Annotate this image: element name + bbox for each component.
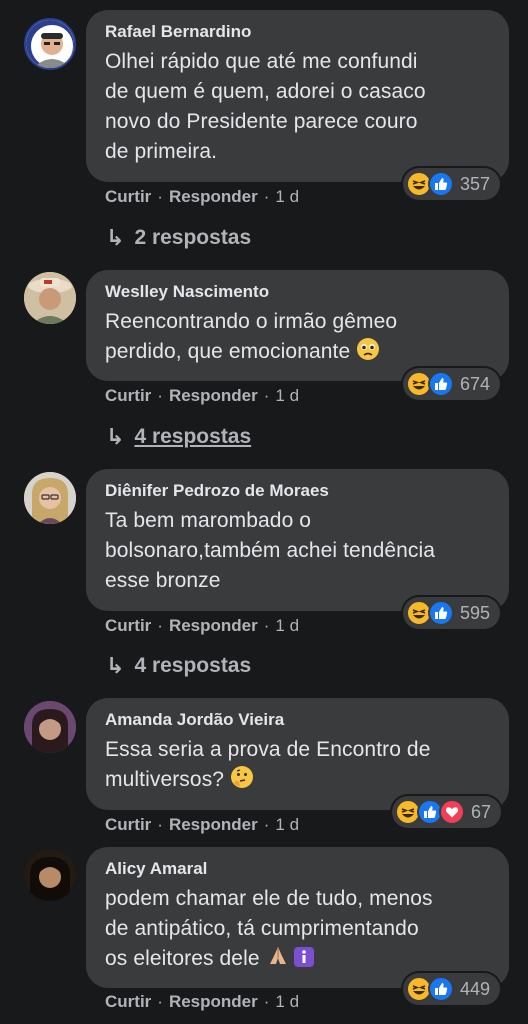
separator: ·	[157, 616, 163, 635]
comment-line: Olhei rápido que até me confundi	[105, 50, 418, 73]
like-button[interactable]: Curtir	[105, 386, 151, 406]
comment-line-text: multiversos?	[105, 768, 225, 791]
replies-count-label: 2 respostas	[134, 226, 252, 249]
reply-button[interactable]: Responder	[169, 386, 258, 406]
comment-actions: Curtir · Responder · 1 d	[105, 386, 299, 406]
comment-text: Essa seria a prova de Encontro de multiv…	[105, 735, 491, 798]
reaction-summary[interactable]: 357	[403, 168, 501, 200]
comment-line: podem chamar ele de tudo, menos	[105, 887, 433, 910]
comment-bubble: Alicy Amaral podem chamar ele de tudo, m…	[86, 847, 509, 988]
timestamp[interactable]: 1 d	[275, 187, 299, 207]
comment-text: Reencontrando o irmão gêmeo perdido, que…	[105, 307, 491, 370]
comment-line: de antipático, tá cumprimentando	[105, 917, 419, 940]
reply-button[interactable]: Responder	[169, 992, 258, 1012]
reply-arrow-icon: ↳	[106, 653, 125, 678]
comment-author[interactable]: Alicy Amaral	[105, 858, 491, 880]
reaction-summary[interactable]: 449	[403, 973, 501, 1005]
comment-bubble: Amanda Jordão Vieira Essa seria a prova …	[86, 698, 509, 810]
avatar-image	[24, 701, 76, 753]
comment-line: Essa seria a prova de Encontro de	[105, 738, 431, 761]
separator: ·	[157, 386, 163, 405]
like-icon	[428, 600, 454, 626]
love-icon	[439, 799, 465, 825]
reply-arrow-icon: ↳	[106, 225, 125, 250]
reaction-count: 449	[460, 978, 491, 999]
reaction-count: 595	[460, 602, 491, 623]
view-replies-link[interactable]: ↳ 4 respostas	[106, 653, 251, 679]
comment-actions: Curtir · Responder · 1 d	[105, 616, 299, 636]
comment-line: bolsonaro,também achei tendência	[105, 539, 436, 562]
reaction-count: 674	[460, 373, 491, 394]
like-icon	[428, 171, 454, 197]
view-replies-link[interactable]: ↳ 2 respostas	[106, 225, 251, 251]
comment-author[interactable]: Rafael Bernardino	[105, 21, 491, 43]
replies-count-label: 4 respostas	[134, 654, 252, 677]
comment-line-text: os eleitores dele	[105, 947, 260, 970]
comment-author[interactable]: Weslley Nascimento	[105, 281, 491, 303]
view-replies-link[interactable]: ↳ 4 respostas	[106, 424, 251, 450]
separator: ·	[263, 992, 270, 1011]
timestamp[interactable]: 1 d	[275, 616, 299, 636]
comment-bubble: Rafael Bernardino Olhei rápido que até m…	[86, 10, 509, 182]
like-button[interactable]: Curtir	[105, 616, 151, 636]
like-icon	[428, 371, 454, 397]
comment-line: de primeira.	[105, 140, 218, 163]
avatar-image	[24, 849, 76, 901]
reaction-summary[interactable]: 67	[392, 796, 502, 828]
comment-line: perdido, que emocionante	[105, 337, 491, 370]
reaction-count: 67	[471, 801, 492, 822]
reaction-summary[interactable]: 595	[403, 597, 501, 629]
like-button[interactable]: Curtir	[105, 992, 151, 1012]
comment-actions: Curtir · Responder · 1 d	[105, 815, 299, 835]
comment-line: de quem é quem, adorei o casaco	[105, 80, 426, 103]
thinking-face-emoji	[230, 765, 254, 798]
separator: ·	[263, 616, 270, 635]
separator: ·	[157, 992, 163, 1011]
comment-line: novo do Presidente parece couro	[105, 110, 418, 133]
avatar-image	[26, 20, 74, 68]
comment-text: Ta bem marombado o bolsonaro,também ache…	[105, 506, 491, 596]
comment-actions: Curtir · Responder · 1 d	[105, 992, 299, 1012]
reply-button[interactable]: Responder	[169, 815, 258, 835]
comment-line: Ta bem marombado o	[105, 509, 312, 532]
separator: ·	[263, 386, 270, 405]
reply-button[interactable]: Responder	[169, 187, 258, 207]
separator: ·	[263, 815, 270, 834]
comment-line: Reencontrando o irmão gêmeo	[105, 310, 398, 333]
reply-arrow-icon: ↳	[106, 424, 125, 449]
like-button[interactable]: Curtir	[105, 815, 151, 835]
like-icon	[428, 976, 454, 1002]
separator: ·	[157, 187, 163, 206]
information-emoji	[293, 946, 315, 977]
reaction-count: 357	[460, 173, 491, 194]
timestamp[interactable]: 1 d	[275, 386, 299, 406]
comment-actions: Curtir · Responder · 1 d	[105, 187, 299, 207]
avatar[interactable]	[24, 272, 76, 324]
comment-author[interactable]: Amanda Jordão Vieira	[105, 709, 491, 731]
folded-hands-emoji	[266, 944, 290, 977]
replies-count-label: 4 respostas	[134, 425, 252, 448]
reaction-summary[interactable]: 674	[403, 368, 501, 400]
avatar[interactable]	[24, 701, 76, 753]
crying-face-emoji	[356, 337, 380, 370]
like-button[interactable]: Curtir	[105, 187, 151, 207]
avatar[interactable]	[24, 472, 76, 524]
comment-text: podem chamar ele de tudo, menos de antip…	[105, 884, 491, 977]
avatar[interactable]	[24, 849, 76, 901]
avatar[interactable]	[24, 18, 76, 70]
comment-line: esse bronze	[105, 569, 221, 592]
separator: ·	[263, 187, 270, 206]
comment-line-text: perdido, que emocionante	[105, 340, 351, 363]
reply-button[interactable]: Responder	[169, 616, 258, 636]
timestamp[interactable]: 1 d	[275, 815, 299, 835]
comment-author[interactable]: Diênifer Pedrozo de Moraes	[105, 480, 491, 502]
comment-text: Olhei rápido que até me confundi de quem…	[105, 47, 491, 167]
separator: ·	[157, 815, 163, 834]
timestamp[interactable]: 1 d	[275, 992, 299, 1012]
avatar-image	[24, 272, 76, 324]
comment-bubble: Weslley Nascimento Reencontrando o irmão…	[86, 270, 509, 381]
comment-line: multiversos?	[105, 765, 491, 798]
avatar-image	[24, 472, 76, 524]
comment-bubble: Diênifer Pedrozo de Moraes Ta bem maromb…	[86, 469, 509, 611]
